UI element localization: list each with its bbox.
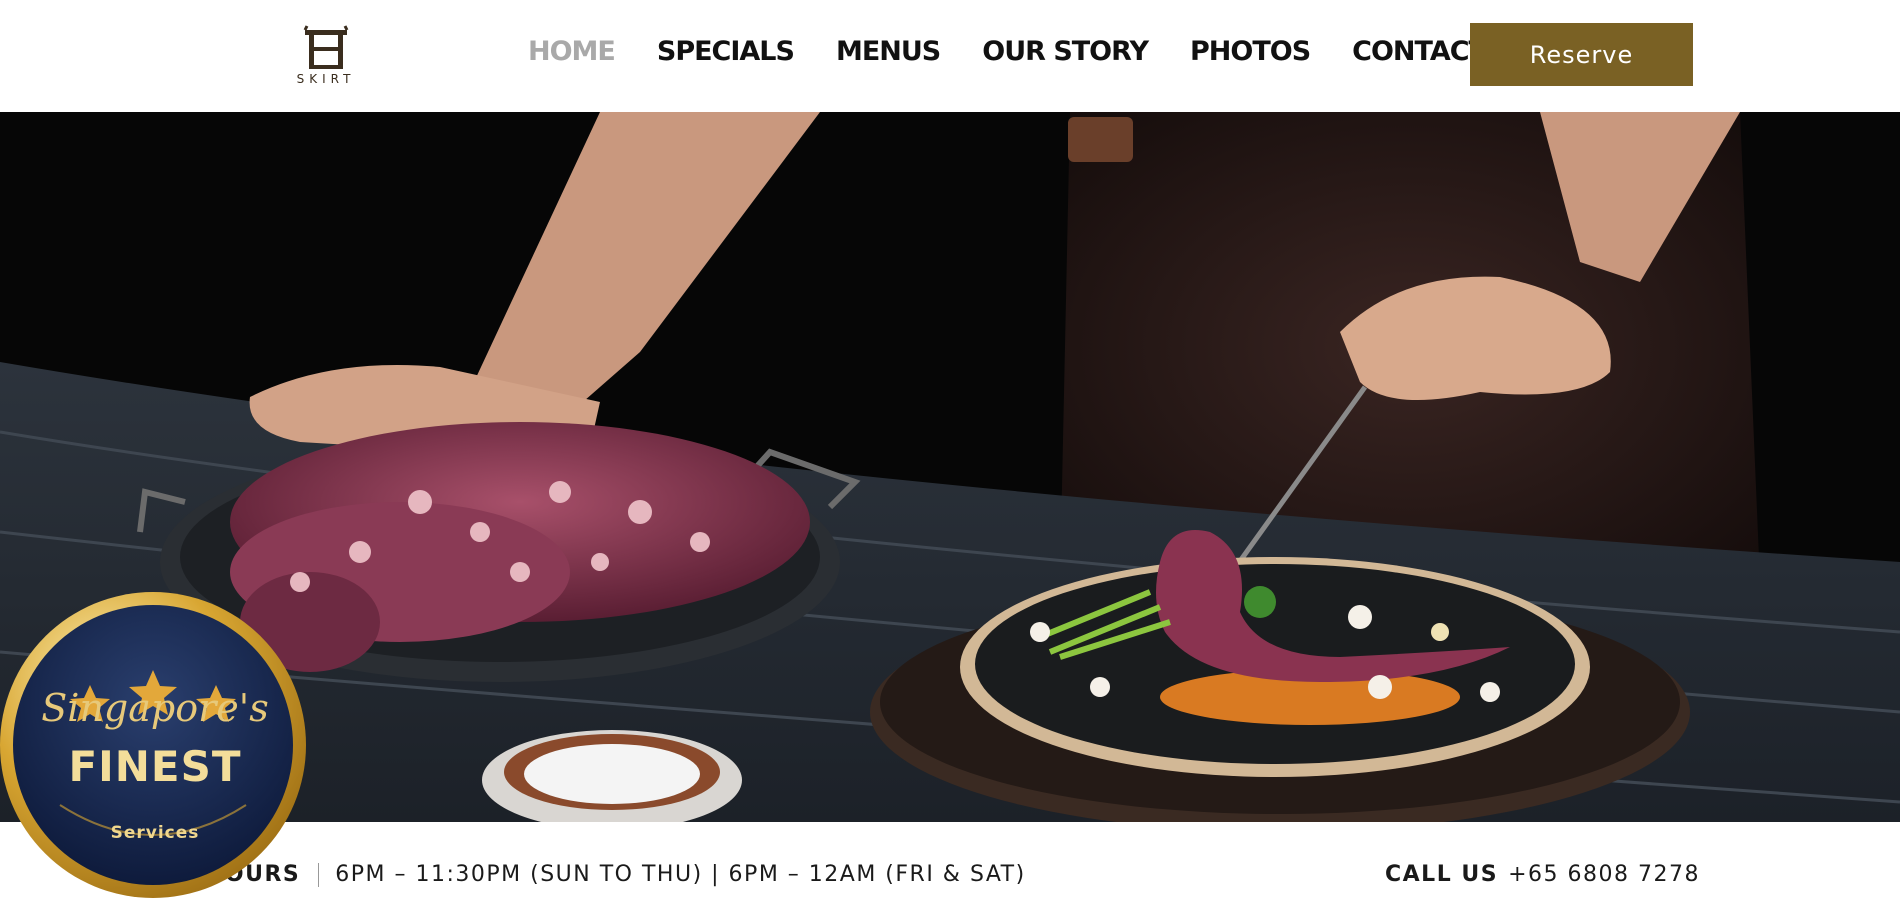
skirt-logo[interactable]: SKIRT xyxy=(291,24,361,86)
call-info: CALL US +65 6808 7278 xyxy=(1385,862,1700,887)
main-nav: HOME SPECIALS MENUS OUR STORY PHOTOS CON… xyxy=(528,36,1528,67)
logo-mark-icon xyxy=(303,25,349,69)
phone-number[interactable]: +65 6808 7278 xyxy=(1508,862,1700,887)
reserve-button[interactable]: Reserve xyxy=(1470,23,1693,86)
hours-value: 6PM – 11:30PM (SUN TO THU) | 6PM – 12AM … xyxy=(335,862,1026,887)
nav-item-home[interactable]: HOME xyxy=(528,36,616,67)
badge-main-text: FINEST xyxy=(68,742,242,791)
call-label: CALL US xyxy=(1385,862,1499,887)
nav-item-specials[interactable]: SPECIALS xyxy=(657,36,795,67)
singapores-finest-badge[interactable]: Singapore's FINEST Services xyxy=(0,590,310,900)
hours-divider xyxy=(318,862,320,887)
site-header: SKIRT HOME SPECIALS MENUS OUR STORY PHOT… xyxy=(0,0,1900,112)
nav-item-contact[interactable]: CONTACT xyxy=(1352,36,1487,67)
nav-item-menus[interactable]: MENUS xyxy=(836,36,941,67)
nav-item-photos[interactable]: PHOTOS xyxy=(1190,36,1311,67)
badge-sub-text: Services xyxy=(110,823,200,843)
badge-script-text: Singapore's xyxy=(41,686,269,730)
hours-info: HOURS 6PM – 11:30PM (SUN TO THU) | 6PM –… xyxy=(205,862,1026,887)
logo-wordmark: SKIRT xyxy=(296,72,356,86)
nav-item-our-story[interactable]: OUR STORY xyxy=(982,36,1149,67)
